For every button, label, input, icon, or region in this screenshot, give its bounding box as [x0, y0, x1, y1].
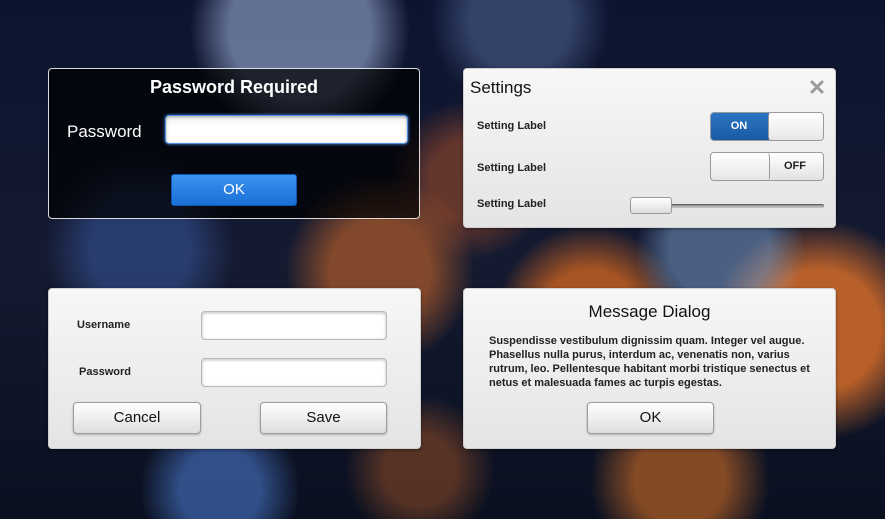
- close-icon[interactable]: [810, 80, 824, 94]
- password-label: Password: [67, 122, 142, 141]
- message-ok-button[interactable]: OK: [587, 402, 714, 434]
- password-input[interactable]: [165, 115, 408, 144]
- login-panel: Username Password Cancel Save: [48, 288, 421, 449]
- setting-label-3: Setting Label: [477, 198, 547, 210]
- ok-button[interactable]: OK: [171, 174, 297, 206]
- cancel-button[interactable]: Cancel: [73, 402, 201, 434]
- toggle-state-off: OFF: [784, 160, 806, 172]
- setting-label-1: Setting Label: [477, 120, 547, 132]
- settings-title: Settings: [470, 78, 532, 97]
- setting-slider-thumb[interactable]: [630, 197, 672, 214]
- username-label: Username: [77, 319, 131, 331]
- password-dialog: Password Required Password OK: [48, 68, 420, 219]
- password-input[interactable]: [201, 358, 387, 387]
- message-dialog: Message Dialog Suspendisse vestibulum di…: [463, 288, 836, 449]
- settings-panel: Settings Setting Label ON Setting Label …: [463, 68, 836, 228]
- toggle-knob[interactable]: [711, 153, 770, 180]
- setting-label-2: Setting Label: [477, 162, 547, 174]
- message-dialog-title: Message Dialog: [588, 302, 711, 321]
- setting-toggle-1[interactable]: ON: [710, 112, 824, 141]
- save-button[interactable]: Save: [260, 402, 387, 434]
- password-dialog-title: Password Required: [149, 77, 319, 97]
- setting-toggle-2[interactable]: OFF: [710, 152, 824, 181]
- toggle-state-on: ON: [730, 120, 748, 132]
- username-input[interactable]: [201, 311, 387, 340]
- password-label: Password: [79, 366, 131, 378]
- toggle-knob[interactable]: [768, 113, 823, 140]
- message-dialog-body: Suspendisse vestibulum dignissim quam. I…: [489, 335, 810, 389]
